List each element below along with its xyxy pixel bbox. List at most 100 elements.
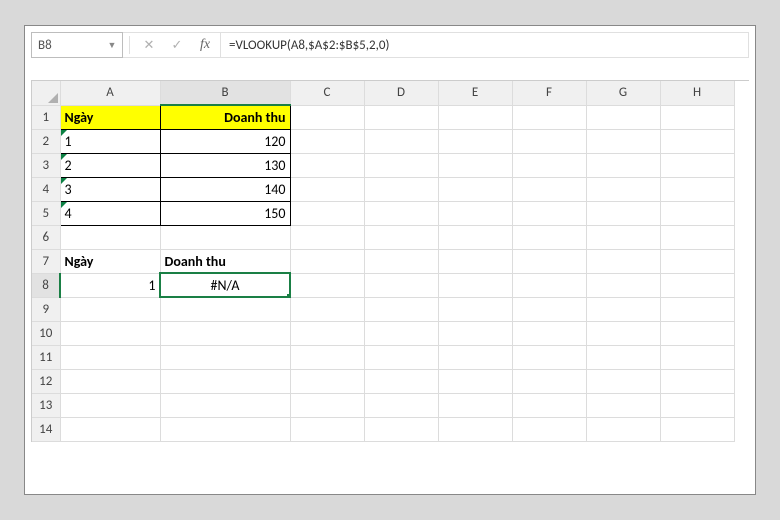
row-header-7[interactable]: 7 <box>32 249 60 273</box>
cell-C2[interactable] <box>290 129 364 153</box>
cell-E7[interactable] <box>438 249 512 273</box>
cell-C12[interactable] <box>290 369 364 393</box>
cell-B14[interactable] <box>160 417 290 441</box>
cell-H10[interactable] <box>660 321 734 345</box>
name-box-dropdown-icon[interactable]: ▼ <box>104 35 120 55</box>
row-header-14[interactable]: 14 <box>32 417 60 441</box>
row-header-13[interactable]: 13 <box>32 393 60 417</box>
row-header-4[interactable]: 4 <box>32 177 60 201</box>
cell-F12[interactable] <box>512 369 586 393</box>
cell-E11[interactable] <box>438 345 512 369</box>
cell-G3[interactable] <box>586 153 660 177</box>
cell-A1[interactable]: Ngày <box>60 105 160 129</box>
cell-F3[interactable] <box>512 153 586 177</box>
row-header-5[interactable]: 5 <box>32 201 60 225</box>
cell-C6[interactable] <box>290 225 364 249</box>
cell-D4[interactable] <box>364 177 438 201</box>
cell-F13[interactable] <box>512 393 586 417</box>
cell-B3[interactable]: 130 <box>160 153 290 177</box>
cell-F2[interactable] <box>512 129 586 153</box>
cell-C14[interactable] <box>290 417 364 441</box>
cell-C3[interactable] <box>290 153 364 177</box>
cell-E4[interactable] <box>438 177 512 201</box>
cell-A9[interactable] <box>60 297 160 321</box>
column-header-F[interactable]: F <box>512 81 586 105</box>
row-header-3[interactable]: 3 <box>32 153 60 177</box>
cell-F8[interactable] <box>512 273 586 297</box>
column-header-D[interactable]: D <box>364 81 438 105</box>
cell-E2[interactable] <box>438 129 512 153</box>
cell-A12[interactable] <box>60 369 160 393</box>
row-header-12[interactable]: 12 <box>32 369 60 393</box>
cell-H3[interactable] <box>660 153 734 177</box>
cell-B4[interactable]: 140 <box>160 177 290 201</box>
cell-H4[interactable] <box>660 177 734 201</box>
cell-E13[interactable] <box>438 393 512 417</box>
cell-F7[interactable] <box>512 249 586 273</box>
column-header-H[interactable]: H <box>660 81 734 105</box>
cell-B8[interactable]: #N/A <box>160 273 290 297</box>
cell-D9[interactable] <box>364 297 438 321</box>
cell-A10[interactable] <box>60 321 160 345</box>
cell-A7[interactable]: Ngày <box>60 249 160 273</box>
cell-C5[interactable] <box>290 201 364 225</box>
cell-H7[interactable] <box>660 249 734 273</box>
cell-D1[interactable] <box>364 105 438 129</box>
cell-F1[interactable] <box>512 105 586 129</box>
cell-B5[interactable]: 150 <box>160 201 290 225</box>
cell-G5[interactable] <box>586 201 660 225</box>
cell-A4[interactable]: 3 <box>60 177 160 201</box>
cell-C10[interactable] <box>290 321 364 345</box>
column-header-A[interactable]: A <box>60 81 160 105</box>
cell-B9[interactable] <box>160 297 290 321</box>
cell-G13[interactable] <box>586 393 660 417</box>
row-header-2[interactable]: 2 <box>32 129 60 153</box>
cell-D3[interactable] <box>364 153 438 177</box>
row-header-6[interactable]: 6 <box>32 225 60 249</box>
formula-input[interactable]: =VLOOKUP(A8,$A$2:$B$5,2,0) <box>221 32 749 58</box>
cell-G6[interactable] <box>586 225 660 249</box>
column-header-B[interactable]: B <box>160 81 290 105</box>
cell-D13[interactable] <box>364 393 438 417</box>
cancel-icon[interactable]: ✕ <box>140 36 158 54</box>
cell-F5[interactable] <box>512 201 586 225</box>
cell-E3[interactable] <box>438 153 512 177</box>
cell-B11[interactable] <box>160 345 290 369</box>
cell-G12[interactable] <box>586 369 660 393</box>
cell-C13[interactable] <box>290 393 364 417</box>
cell-D7[interactable] <box>364 249 438 273</box>
cell-F9[interactable] <box>512 297 586 321</box>
cell-E6[interactable] <box>438 225 512 249</box>
cell-C7[interactable] <box>290 249 364 273</box>
cell-A11[interactable] <box>60 345 160 369</box>
spreadsheet-grid[interactable]: ABCDEFGH1NgàyDoanh thu211203213043140541… <box>31 80 749 442</box>
cell-G2[interactable] <box>586 129 660 153</box>
cell-H12[interactable] <box>660 369 734 393</box>
row-header-11[interactable]: 11 <box>32 345 60 369</box>
cell-B1[interactable]: Doanh thu <box>160 105 290 129</box>
cell-G9[interactable] <box>586 297 660 321</box>
cell-B13[interactable] <box>160 393 290 417</box>
cell-H5[interactable] <box>660 201 734 225</box>
name-box[interactable]: B8 ▼ <box>31 32 123 58</box>
cell-E12[interactable] <box>438 369 512 393</box>
cell-B6[interactable] <box>160 225 290 249</box>
fx-icon[interactable]: fx <box>196 36 214 54</box>
cell-D14[interactable] <box>364 417 438 441</box>
cell-H8[interactable] <box>660 273 734 297</box>
row-header-9[interactable]: 9 <box>32 297 60 321</box>
cell-E1[interactable] <box>438 105 512 129</box>
cell-H11[interactable] <box>660 345 734 369</box>
cell-H13[interactable] <box>660 393 734 417</box>
cell-F10[interactable] <box>512 321 586 345</box>
cell-E14[interactable] <box>438 417 512 441</box>
cell-G14[interactable] <box>586 417 660 441</box>
cell-A6[interactable] <box>60 225 160 249</box>
cell-E5[interactable] <box>438 201 512 225</box>
cell-H14[interactable] <box>660 417 734 441</box>
cell-H1[interactable] <box>660 105 734 129</box>
cell-B10[interactable] <box>160 321 290 345</box>
cell-B7[interactable]: Doanh thu <box>160 249 290 273</box>
cell-H2[interactable] <box>660 129 734 153</box>
cell-A14[interactable] <box>60 417 160 441</box>
